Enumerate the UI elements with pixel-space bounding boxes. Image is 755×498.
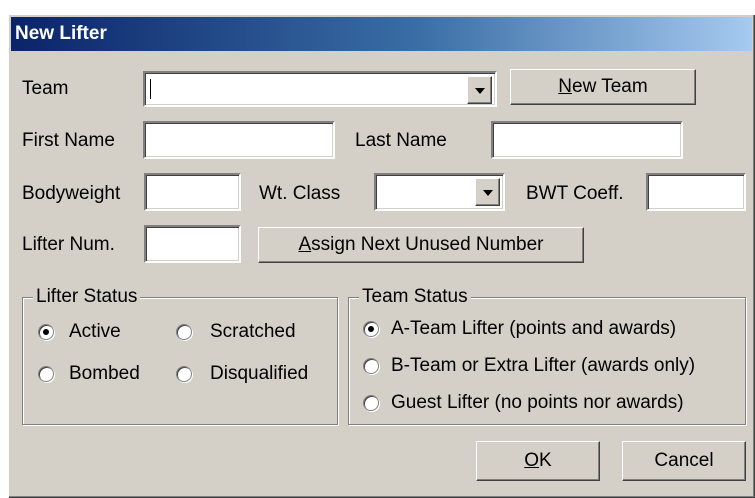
ok-mnemonic: O	[524, 450, 540, 471]
lifter-status-group: Lifter Status Active Scratched Bombed Di…	[22, 285, 338, 425]
new-team-button[interactable]: New Team	[510, 69, 696, 105]
last-name-label: Last Name	[355, 130, 447, 151]
scratched-radio[interactable]	[176, 324, 192, 340]
cancel-button[interactable]: Cancel	[622, 441, 746, 481]
lifter-num-label: Lifter Num.	[22, 234, 115, 255]
bodyweight-field[interactable]	[144, 173, 241, 211]
active-label[interactable]: Active	[69, 320, 121, 344]
bombed-radio[interactable]	[38, 366, 54, 382]
disqualified-label[interactable]: Disqualified	[210, 362, 308, 386]
bodyweight-label: Bodyweight	[22, 183, 121, 204]
wt-class-combobox[interactable]	[374, 173, 505, 211]
team-label: Team	[22, 78, 69, 99]
team-status-group: Team Status A-Team Lifter (points and aw…	[348, 285, 746, 425]
b-team-label[interactable]: B-Team or Extra Lifter (awards only)	[391, 354, 695, 378]
b-team-radio[interactable]	[363, 358, 379, 374]
ok-label: K	[539, 450, 552, 471]
new-team-label: ew Team	[572, 76, 648, 97]
scratched-label[interactable]: Scratched	[210, 320, 296, 344]
first-name-label: First Name	[22, 130, 115, 151]
lifter-num-field[interactable]	[144, 225, 241, 263]
team-dropdown-arrow-icon[interactable]	[467, 76, 492, 104]
team-combobox[interactable]	[143, 71, 497, 107]
ok-button[interactable]: OK	[476, 441, 600, 481]
a-team-label[interactable]: A-Team Lifter (points and awards)	[391, 317, 676, 341]
new-team-mnemonic: N	[558, 76, 573, 97]
active-radio[interactable]	[38, 324, 54, 340]
text-caret	[150, 79, 151, 99]
assign-label: ssign Next Unused Number	[311, 234, 544, 255]
last-name-field[interactable]	[491, 121, 683, 159]
lifter-status-legend: Lifter Status	[33, 285, 141, 309]
disqualified-radio[interactable]	[176, 366, 192, 382]
assign-next-number-button[interactable]: Assign Next Unused Number	[258, 227, 584, 263]
guest-lifter-radio[interactable]	[363, 395, 379, 411]
a-team-radio[interactable]	[363, 321, 379, 337]
bombed-label[interactable]: Bombed	[69, 362, 140, 386]
bwt-coeff-label: BWT Coeff.	[526, 183, 624, 204]
team-status-legend: Team Status	[359, 285, 471, 309]
wt-class-dropdown-arrow-icon[interactable]	[475, 178, 500, 206]
wt-class-label: Wt. Class	[259, 183, 341, 204]
bwt-coeff-field[interactable]	[646, 173, 746, 211]
guest-lifter-label[interactable]: Guest Lifter (no points nor awards)	[391, 391, 684, 415]
assign-mnemonic: A	[298, 234, 312, 255]
new-lifter-dialog: New Lifter Team New Team First Name Last…	[8, 14, 754, 497]
dialog-title: New Lifter	[11, 17, 752, 51]
first-name-field[interactable]	[143, 121, 335, 159]
